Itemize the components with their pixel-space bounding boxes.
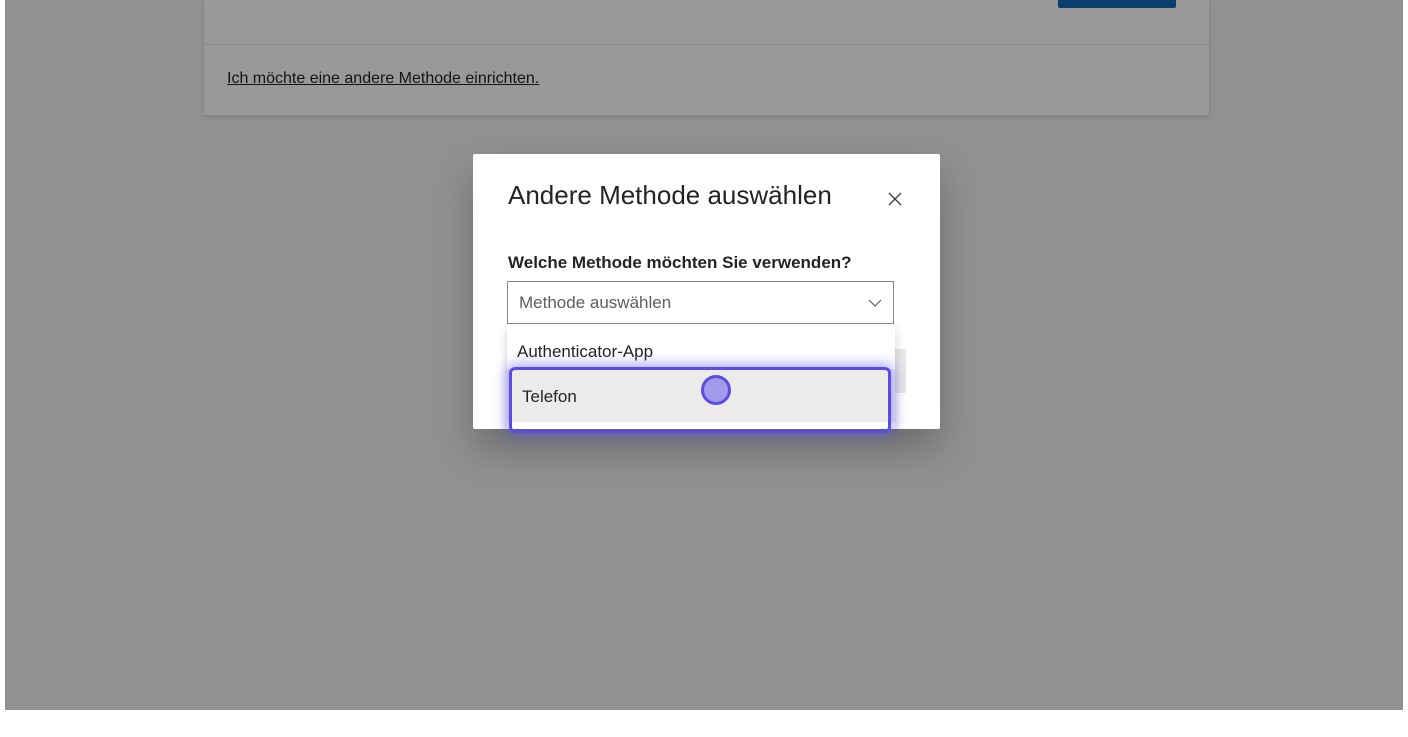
method-dropdown-list: Authenticator-App Telefon (507, 325, 895, 429)
method-question-label: Welche Methode möchten Sie verwenden? (508, 253, 852, 272)
partially-hidden-button[interactable] (894, 349, 906, 393)
close-icon (888, 192, 902, 206)
method-select[interactable]: Methode auswählen (507, 281, 894, 324)
chevron-down-icon (868, 299, 882, 307)
select-method-dialog: Andere Methode auswählen Welche Methode … (473, 154, 940, 433)
dialog-title: Andere Methode auswählen (508, 180, 832, 210)
page-viewport: Ich möchte eine andere Methode einrichte… (5, 0, 1403, 710)
option-telefon[interactable]: Telefon (507, 369, 895, 422)
option-authenticator-app[interactable]: Authenticator-App (507, 325, 895, 369)
method-select-placeholder: Methode auswählen (519, 293, 672, 312)
close-button[interactable] (884, 188, 906, 210)
